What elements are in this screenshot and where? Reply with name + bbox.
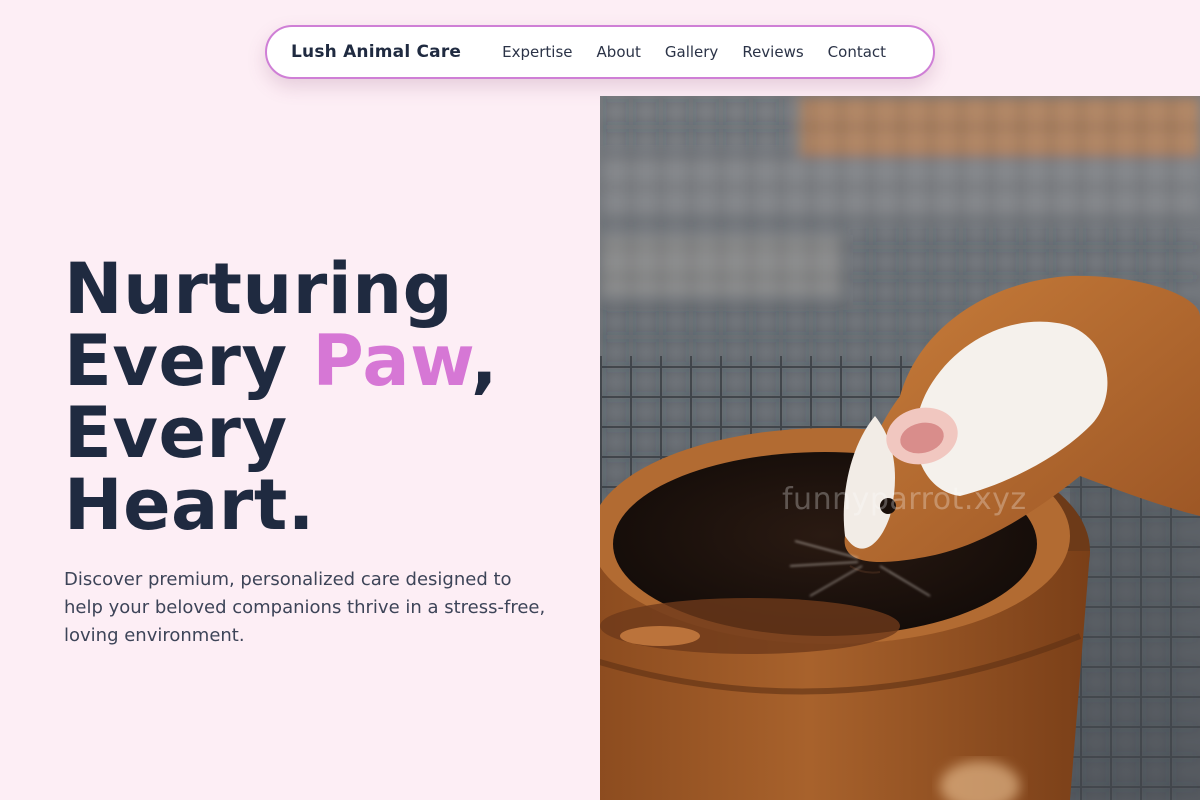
hero-subtitle: Discover premium, personalized care desi… bbox=[64, 569, 546, 646]
page: Lush Animal Care Expertise About Gallery… bbox=[0, 0, 1200, 800]
nav-link-reviews[interactable]: Reviews bbox=[742, 43, 803, 61]
hero-title-line-1: Nurturing bbox=[64, 248, 454, 330]
hero-image: funnyparrot.xyz bbox=[600, 96, 1200, 800]
nav-link-contact[interactable]: Contact bbox=[828, 43, 886, 61]
nav-links: Expertise About Gallery Reviews Contact bbox=[502, 43, 886, 61]
image-watermark: funnyparrot.xyz bbox=[782, 482, 1027, 517]
hero-title-line-3: Every bbox=[64, 392, 288, 474]
hero-title-every: Every bbox=[64, 320, 313, 402]
nav-link-expertise[interactable]: Expertise bbox=[502, 43, 572, 61]
nav-link-about[interactable]: About bbox=[597, 43, 641, 61]
hero-title-line-4: Heart. bbox=[64, 464, 315, 546]
hero-title: Nurturing Every Paw, Every Heart. bbox=[64, 253, 584, 541]
hero-title-comma: , bbox=[470, 320, 498, 402]
brand-logo-text[interactable]: Lush Animal Care bbox=[291, 42, 461, 62]
hero-title-accent-word: Paw bbox=[312, 320, 471, 402]
top-nav: Lush Animal Care Expertise About Gallery… bbox=[265, 25, 935, 79]
nav-link-gallery[interactable]: Gallery bbox=[665, 43, 718, 61]
guinea-pig-photo bbox=[600, 96, 1200, 800]
hero-title-line-2: Every Paw, bbox=[64, 325, 584, 397]
